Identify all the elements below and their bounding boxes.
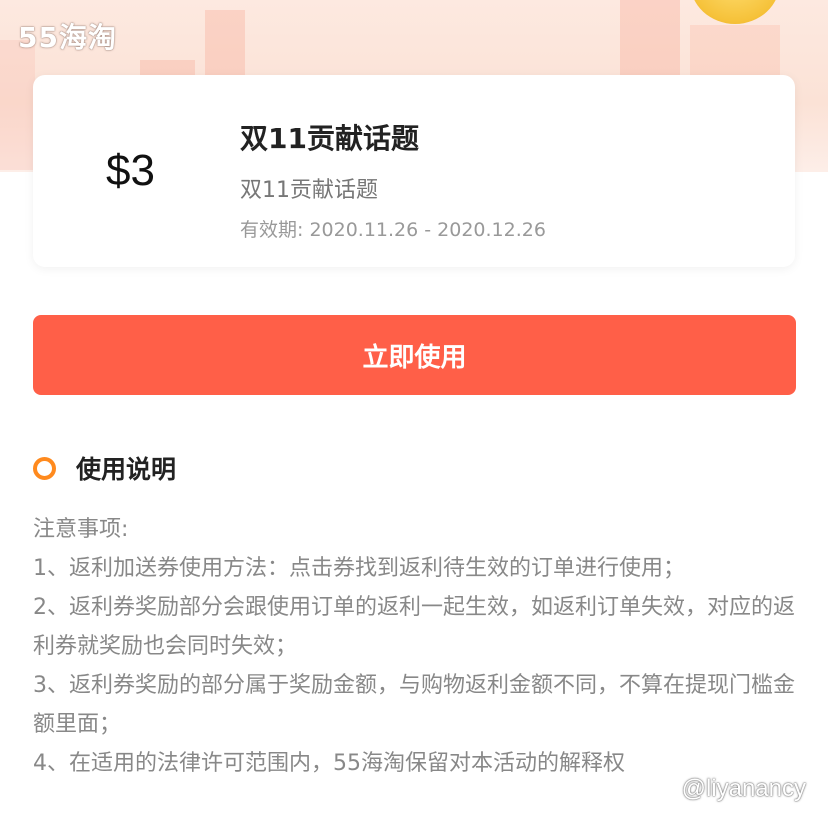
instructions-header: 使用说明 — [33, 450, 176, 486]
building-decoration — [0, 40, 35, 170]
coin-icon — [690, 0, 780, 24]
instruction-line: 1、返利加送券使用方法：点击券找到返利待生效的订单进行使用； — [33, 556, 685, 581]
instruction-line: 2、返利券奖励部分会跟使用订单的返利一起生效，如返利订单失效，对应的返利券就奖励… — [33, 595, 795, 659]
instruction-line: 3、返利券奖励的部分属于奖励金额，与购物返利金额不同，不算在提现门槛金额里面； — [33, 673, 795, 737]
instructions-title: 使用说明 — [76, 455, 177, 484]
coupon-validity: 有效期: 2020.11.26 - 2020.12.26 — [240, 219, 546, 241]
instructions-body: 注意事项: 1、返利加送券使用方法：点击券找到返利待生效的订单进行使用； 2、返… — [33, 510, 803, 783]
coupon-title: 双11贡献话题 — [240, 122, 419, 155]
coupon-amount: $3 — [106, 146, 155, 195]
use-now-button[interactable]: 立即使用 — [33, 315, 796, 395]
coupon-card: $3 双11贡献话题 双11贡献话题 有效期: 2020.11.26 - 202… — [33, 75, 795, 267]
watermark: @liyanancy — [681, 775, 806, 802]
brand-logo: 55海淘 — [18, 21, 117, 54]
coupon-subtitle: 双11贡献话题 — [240, 178, 378, 203]
bullet-ring-icon — [33, 456, 56, 480]
instruction-line: 注意事项: — [33, 517, 129, 542]
